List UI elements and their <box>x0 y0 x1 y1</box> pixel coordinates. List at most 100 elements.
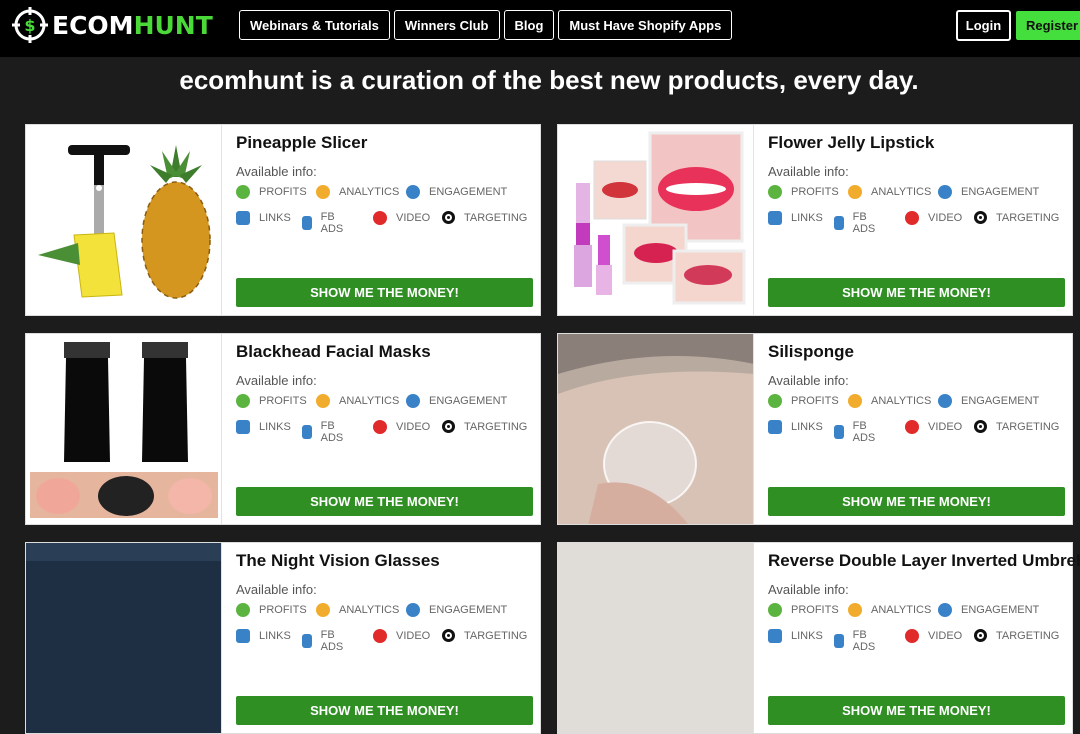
feature-label: ENGAGEMENT <box>961 604 1040 616</box>
video-icon <box>373 629 387 643</box>
feature-label: PROFITS <box>259 186 307 198</box>
feature-label: PROFITS <box>791 186 839 198</box>
feature-label: TARGETING <box>464 420 528 433</box>
product-card[interactable]: Pineapple Slicer Available info: PROFITS… <box>25 124 541 316</box>
feature-label: FB ADS <box>320 211 344 235</box>
feature-video: VIDEO <box>373 211 430 225</box>
feature-targeting: TARGETING <box>974 211 1059 224</box>
product-card[interactable]: The Night Vision Glasses Available info:… <box>25 542 541 734</box>
engagement-icon <box>938 185 952 199</box>
feature-profits: PROFITS <box>768 185 839 199</box>
feature-label: TARGETING <box>464 629 528 642</box>
video-icon <box>373 211 387 225</box>
engagement-icon <box>406 603 420 617</box>
feature-links: LINKS <box>768 211 823 225</box>
feature-fb-ads: FB ADS <box>302 211 348 235</box>
feature-profits: PROFITS <box>236 603 307 617</box>
login-button[interactable]: Login <box>956 10 1011 41</box>
feature-label: VIDEO <box>928 212 963 224</box>
feature-engagement: ENGAGEMENT <box>406 603 507 617</box>
feature-label: ANALYTICS <box>871 395 932 407</box>
show-me-the-money-button[interactable]: SHOW ME THE MONEY! <box>768 696 1065 725</box>
product-image[interactable] <box>26 334 222 524</box>
show-me-the-money-button[interactable]: SHOW ME THE MONEY! <box>768 487 1065 516</box>
analytics-icon <box>316 603 330 617</box>
feature-label: ANALYTICS <box>871 604 932 616</box>
feature-label: ANALYTICS <box>871 186 932 198</box>
product-card[interactable]: Flower Jelly Lipstick Available info: PR… <box>557 124 1073 316</box>
feature-label: FB ADS <box>852 211 876 235</box>
logo-word-hunt: HUNT <box>133 10 213 40</box>
register-button[interactable]: Register <box>1016 11 1080 40</box>
product-title[interactable]: Silisponge <box>768 342 854 362</box>
show-me-the-money-button[interactable]: SHOW ME THE MONEY! <box>236 487 533 516</box>
product-title[interactable]: Flower Jelly Lipstick <box>768 133 934 153</box>
fb-ads-icon <box>834 425 844 439</box>
feature-targeting: TARGETING <box>442 211 527 224</box>
feature-analytics: ANALYTICS <box>316 603 399 617</box>
feature-analytics: ANALYTICS <box>848 603 931 617</box>
page-tagline: ecomhunt is a curation of the best new p… <box>179 65 919 95</box>
product-image[interactable] <box>558 125 754 315</box>
feature-engagement: ENGAGEMENT <box>938 185 1039 199</box>
feature-video: VIDEO <box>905 629 962 643</box>
feature-analytics: ANALYTICS <box>316 394 399 408</box>
targeting-icon <box>442 211 455 224</box>
product-image[interactable] <box>558 334 754 524</box>
show-me-the-money-button[interactable]: SHOW ME THE MONEY! <box>236 278 533 307</box>
analytics-icon <box>316 394 330 408</box>
feature-label: ANALYTICS <box>339 604 400 616</box>
product-title[interactable]: Pineapple Slicer <box>236 133 367 153</box>
product-card[interactable]: Blackhead Facial Masks Available info: P… <box>25 333 541 525</box>
feature-label: LINKS <box>791 421 823 433</box>
fb-ads-icon <box>834 216 844 230</box>
feature-links: LINKS <box>768 420 823 434</box>
fb-ads-icon <box>302 216 312 230</box>
product-image[interactable] <box>26 125 222 315</box>
svg-text:$: $ <box>24 16 35 35</box>
feature-targeting: TARGETING <box>974 629 1059 642</box>
product-title[interactable]: Blackhead Facial Masks <box>236 342 431 362</box>
logo-word-ecom: ECOM <box>52 10 134 40</box>
feature-analytics: ANALYTICS <box>316 185 399 199</box>
show-me-the-money-button[interactable]: SHOW ME THE MONEY! <box>236 696 533 725</box>
nav-webinars-tutorials[interactable]: Webinars & Tutorials <box>239 10 390 40</box>
nav-blog[interactable]: Blog <box>503 10 555 40</box>
video-icon <box>905 420 919 434</box>
feature-label: VIDEO <box>396 212 431 224</box>
profits-icon <box>768 394 782 408</box>
feature-label: VIDEO <box>396 421 431 433</box>
ecomhunt-logo[interactable]: $ ECOMHUNT <box>12 5 213 45</box>
feature-label: TARGETING <box>996 420 1060 433</box>
feature-label: ENGAGEMENT <box>961 186 1040 198</box>
video-icon <box>905 629 919 643</box>
feature-profits: PROFITS <box>236 394 307 408</box>
feature-label: LINKS <box>259 212 291 224</box>
links-icon <box>768 420 782 434</box>
feature-label: ANALYTICS <box>339 186 400 198</box>
profits-icon <box>236 394 250 408</box>
product-card[interactable]: Reverse Double Layer Inverted Umbrella A… <box>557 542 1080 734</box>
feature-label: LINKS <box>791 630 823 642</box>
available-info-label: Available info: <box>236 373 317 388</box>
feature-label: PROFITS <box>259 395 307 407</box>
feature-analytics: ANALYTICS <box>848 394 931 408</box>
show-me-the-money-button[interactable]: SHOW ME THE MONEY! <box>768 278 1065 307</box>
nav-winners-club[interactable]: Winners Club <box>393 10 500 40</box>
engagement-icon <box>938 394 952 408</box>
product-card[interactable]: Silisponge Available info: PROFITS ANALYT… <box>557 333 1073 525</box>
targeting-icon <box>442 420 455 433</box>
feature-links: LINKS <box>236 211 291 225</box>
feature-engagement: ENGAGEMENT <box>406 185 507 199</box>
nav-shopify-apps[interactable]: Must Have Shopify Apps <box>558 10 733 40</box>
product-title[interactable]: Reverse Double Layer Inverted Umbrella <box>768 551 1080 571</box>
engagement-icon <box>938 603 952 617</box>
analytics-icon <box>848 603 862 617</box>
feature-engagement: ENGAGEMENT <box>938 603 1039 617</box>
feature-fb-ads: FB ADS <box>834 629 880 653</box>
feature-video: VIDEO <box>373 629 430 643</box>
links-icon <box>236 629 250 643</box>
feature-label: FB ADS <box>852 629 876 653</box>
product-title[interactable]: The Night Vision Glasses <box>236 551 440 571</box>
feature-fb-ads: FB ADS <box>834 211 880 235</box>
